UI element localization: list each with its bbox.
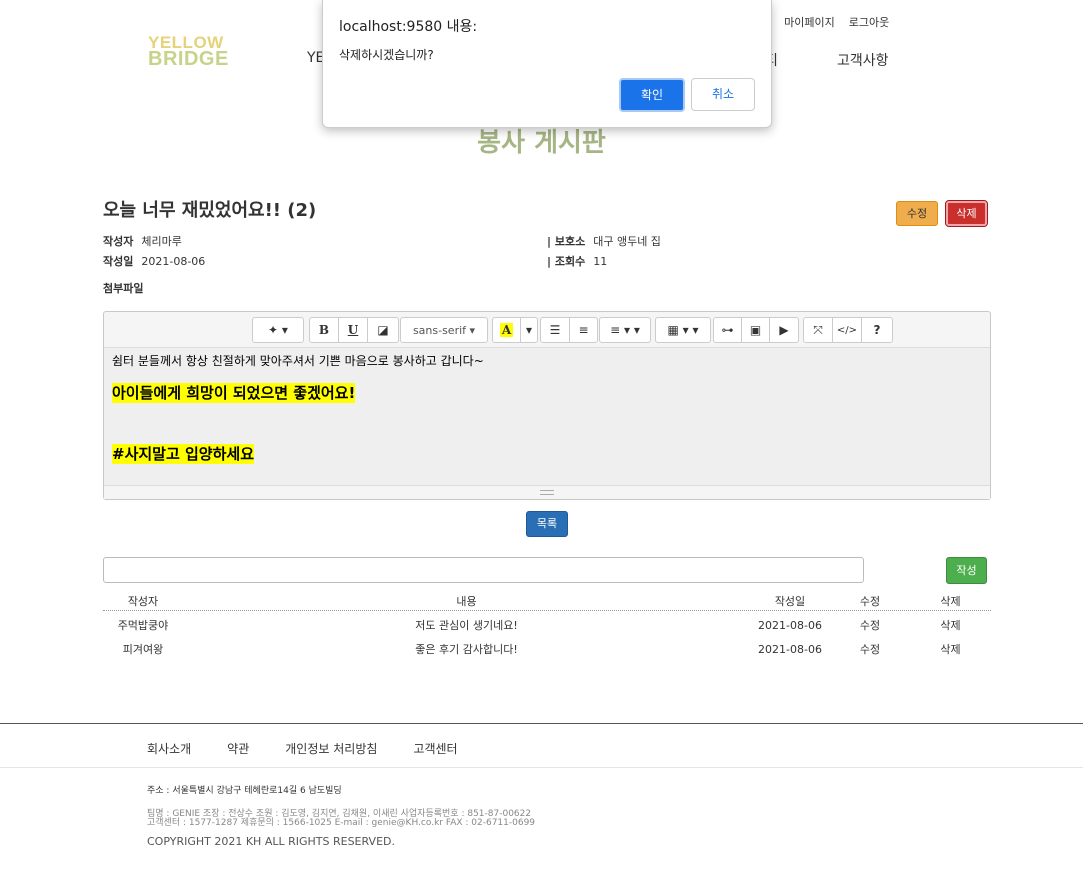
dialog-title: localhost:9580 내용: [339,19,478,35]
content-editor: ✦ ▾ B U ◪ sans-serif ▾ A ▾ ☰ ≡ ≡ ▾ ▾ ▦ ▾… [103,311,991,500]
header-date: 작성일 [774,595,806,608]
nav-item-support[interactable]: 고객사항 [837,50,889,70]
magic-wand-icon[interactable]: ✦ ▾ [253,318,303,342]
comment-table-header: 작성자 내용 작성일 수정 삭제 [103,592,991,611]
comment-input[interactable] [103,557,864,583]
footer-divider-light [0,767,1083,768]
footer-link-terms[interactable]: 약관 [227,740,249,757]
comment-edit-link[interactable]: 수정 [830,641,910,657]
font-name-value: sans-serif [412,323,467,337]
footer-divider [0,723,1083,724]
footer-address: 주소 : 서울특별시 강남구 테헤란로14길 6 남도빌딩 [147,786,342,796]
list-group: ☰ ≡ [540,317,598,343]
top-links: 님 마이페이지 로그아웃 [760,14,889,30]
grip-icon [540,490,554,495]
header-delete: 삭제 [940,595,961,608]
edit-post-button[interactable]: 수정 [896,201,938,226]
editor-content[interactable]: 쉼터 분들께서 항상 친절하게 맞아주셔서 기쁜 마음으로 봉사하고 갑니다~ … [104,348,990,485]
view-group: ⤧ </> ? [803,317,893,343]
editor-toolbar: ✦ ▾ B U ◪ sans-serif ▾ A ▾ ☰ ≡ ≡ ▾ ▾ ▦ ▾… [104,312,990,348]
table-row: 주먹밥쿵야 저도 관심이 생기네요! 2021-08-06 수정 삭제 [103,613,991,637]
shelter-value: 대구 앵두네 집 [593,235,661,248]
comment-table: 작성자 내용 작성일 수정 삭제 주먹밥쿵야 저도 관심이 생기네요! 2021… [103,592,991,661]
shelter-label: | 보호소 [547,235,586,248]
delete-post-button[interactable]: 삭제 [945,200,988,227]
underline-icon[interactable]: U [339,318,368,342]
color-group: A ▾ [492,317,538,343]
shelter-meta: | 보호소 대구 앵두네 집 [547,233,661,249]
logout-link[interactable]: 로그아웃 [849,14,889,30]
footer-nav: 회사소개 약관 개인정보 처리방침 고객센터 [147,740,458,757]
comment-author: 주먹밥쿵야 [117,619,169,632]
author-meta: 작성자 체리마루 [103,233,182,249]
code-view-icon[interactable]: </> [833,318,862,342]
logo-line2: BRIDGE [148,48,229,70]
comment-delete-link[interactable]: 삭제 [910,641,991,657]
header-author: 작성자 [127,595,159,608]
attachment-label: 첨부파일 [103,282,144,295]
views-meta: | 조회수 11 [547,253,607,269]
mypage-link[interactable]: 마이페이지 [784,14,835,30]
confirm-dialog: localhost:9580 내용: 삭제하시겠습니까? 확인 취소 [322,0,772,128]
footer-copyright: COPYRIGHT 2021 KH ALL RIGHTS RESERVED. [147,835,395,848]
comment-content: 저도 관심이 생기네요! [415,619,518,632]
font-color-icon[interactable]: A [493,318,521,342]
content-line3: #사지말고 입양하세요 [112,444,254,464]
list-button[interactable]: 목록 [526,511,568,537]
eraser-icon[interactable]: ◪ [368,318,398,342]
font-name-dropdown[interactable]: sans-serif ▾ [401,318,487,342]
header-edit: 수정 [859,595,881,608]
footer-link-support[interactable]: 고객센터 [413,740,457,757]
comment-date: 2021-08-06 [758,618,822,632]
date-label: 작성일 [103,255,134,268]
fullscreen-icon[interactable]: ⤧ [804,318,833,342]
views-label: | 조회수 [547,255,586,268]
table-group: ▦ ▾ ▾ [655,317,711,343]
image-icon[interactable]: ▣ [742,318,770,342]
confirm-button[interactable]: 확인 [619,78,685,112]
ordered-list-icon[interactable]: ≡ [570,318,597,342]
comment-date: 2021-08-06 [758,642,822,656]
comment-delete-link[interactable]: 삭제 [910,617,991,633]
bold-icon[interactable]: B [310,318,339,342]
paragraph-group: ≡ ▾ ▾ [599,317,651,343]
cancel-button[interactable]: 취소 [691,78,755,111]
author-label: 작성자 [103,235,134,248]
write-comment-button[interactable]: 작성 [946,557,987,584]
footer-contact: 고객센터 : 1577-1287 제휴문의 : 1566-1025 E-mail… [147,818,536,828]
site-logo[interactable]: YELLOW BRIDGE [148,34,248,78]
font-style-group: B U ◪ [309,317,399,343]
author-value: 체리마루 [141,235,182,248]
comment-edit-link[interactable]: 수정 [830,617,910,633]
insert-group: ⊶ ▣ ▶ [713,317,799,343]
help-icon[interactable]: ? [862,318,892,342]
dialog-message: 삭제하시겠습니까? [339,48,434,62]
date-value: 2021-08-06 [141,255,206,268]
table-icon[interactable]: ▦ ▾ ▾ [656,318,710,342]
unordered-list-icon[interactable]: ☰ [541,318,570,342]
header-content: 내용 [456,595,477,608]
video-icon[interactable]: ▶ [770,318,798,342]
post-title: 오늘 너무 재밌었어요!! (2) [103,200,317,221]
footer-link-privacy[interactable]: 개인정보 처리방침 [285,740,377,757]
comment-content: 좋은 후기 감사합니다! [415,643,518,656]
table-row: 피겨여왕 좋은 후기 감사합니다! 2021-08-06 수정 삭제 [103,637,991,661]
font-name-group: sans-serif ▾ [400,317,488,343]
content-line1: 쉼터 분들께서 항상 친절하게 맞아주셔서 기쁜 마음으로 봉사하고 갑니다~ [112,354,484,368]
style-group: ✦ ▾ [252,317,304,343]
date-meta: 작성일 2021-08-06 [103,253,205,269]
chevron-down-icon[interactable]: ▾ [521,318,537,342]
editor-resize-handle[interactable] [104,485,990,499]
content-line2: 아이들에게 희망이 되었으면 좋겠어요! [112,383,356,403]
align-icon[interactable]: ≡ ▾ ▾ [600,318,650,342]
views-value: 11 [593,255,608,268]
footer-link-about[interactable]: 회사소개 [147,740,191,757]
link-icon[interactable]: ⊶ [714,318,742,342]
comment-author: 피겨여왕 [122,643,164,656]
